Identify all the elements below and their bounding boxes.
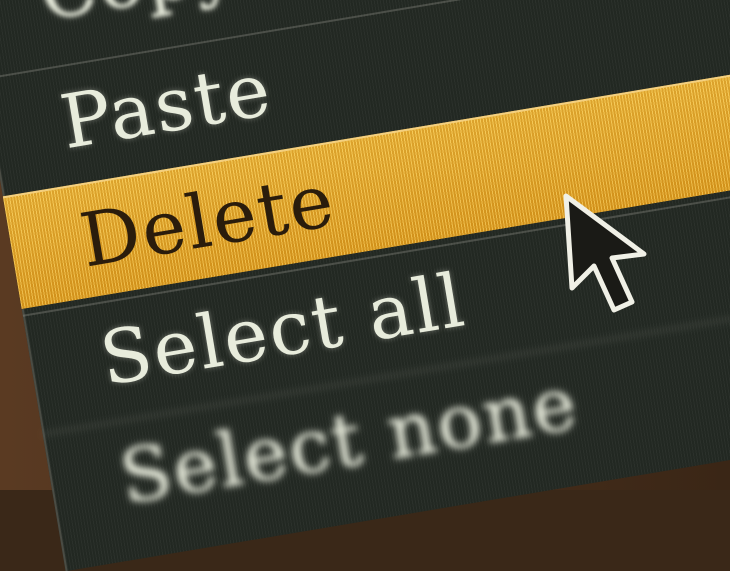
- menu-item-label: Paste: [54, 46, 279, 167]
- arrow-pointer-icon: [563, 193, 647, 313]
